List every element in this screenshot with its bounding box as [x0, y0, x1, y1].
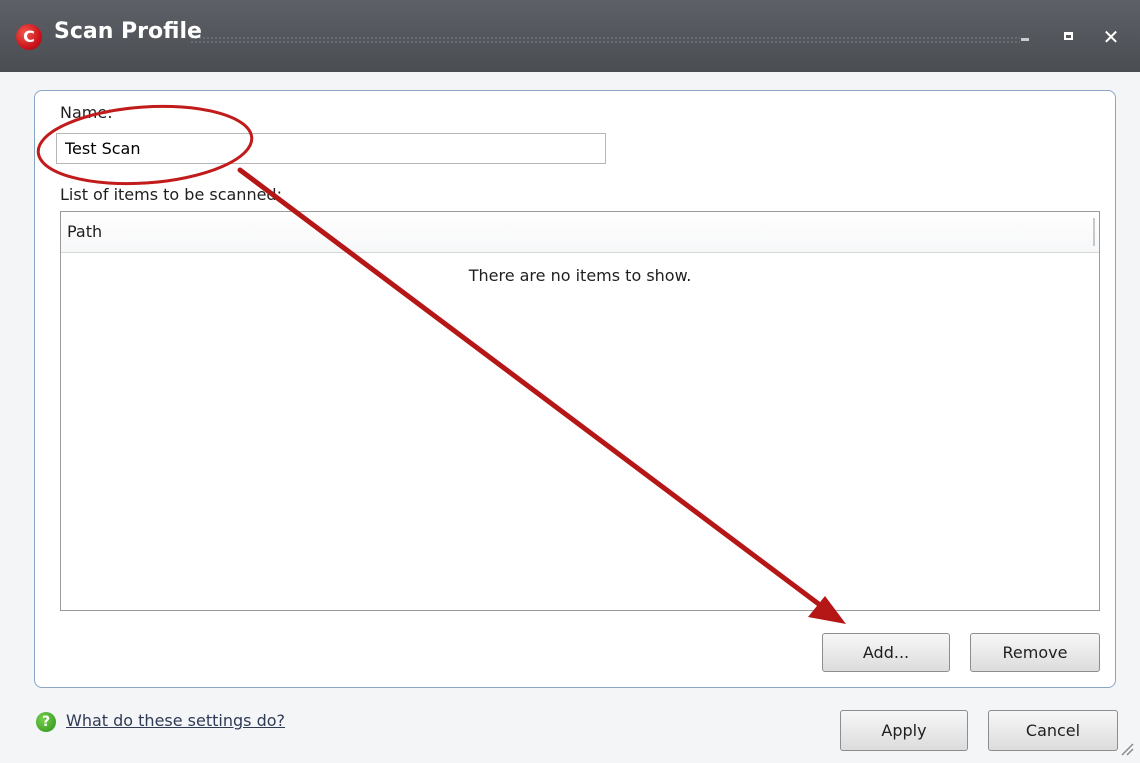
minimize-button[interactable] [1012, 22, 1042, 52]
list-header: Path [61, 212, 1099, 253]
help-link[interactable]: What do these settings do? [66, 711, 285, 730]
maximize-icon [1064, 32, 1073, 40]
maximize-button[interactable] [1055, 22, 1085, 52]
name-input[interactable] [56, 133, 606, 164]
app-logo-icon: C [16, 24, 42, 50]
apply-button[interactable]: Apply [840, 710, 968, 751]
items-list-label: List of items to be scanned: [60, 185, 282, 204]
name-label: Name: [60, 103, 113, 122]
close-icon: ✕ [1102, 25, 1120, 49]
title-bar[interactable]: C Scan Profile ✕ [0, 0, 1140, 72]
items-list[interactable]: Path There are no items to show. [60, 211, 1100, 611]
column-header-path[interactable]: Path [67, 222, 102, 241]
resize-grip-icon[interactable] [1118, 740, 1134, 756]
minimize-icon [1021, 38, 1029, 41]
empty-list-message: There are no items to show. [468, 266, 692, 285]
cancel-button[interactable]: Cancel [988, 710, 1118, 751]
column-divider[interactable] [1093, 218, 1095, 246]
help-icon[interactable]: ? [36, 712, 56, 732]
close-button[interactable]: ✕ [1096, 22, 1126, 52]
add-button[interactable]: Add... [822, 633, 950, 672]
title-bar-texture [190, 36, 1020, 44]
scan-profile-window: C Scan Profile ✕ Name: List of items to … [0, 0, 1140, 763]
remove-button[interactable]: Remove [970, 633, 1100, 672]
window-title: Scan Profile [54, 19, 202, 44]
